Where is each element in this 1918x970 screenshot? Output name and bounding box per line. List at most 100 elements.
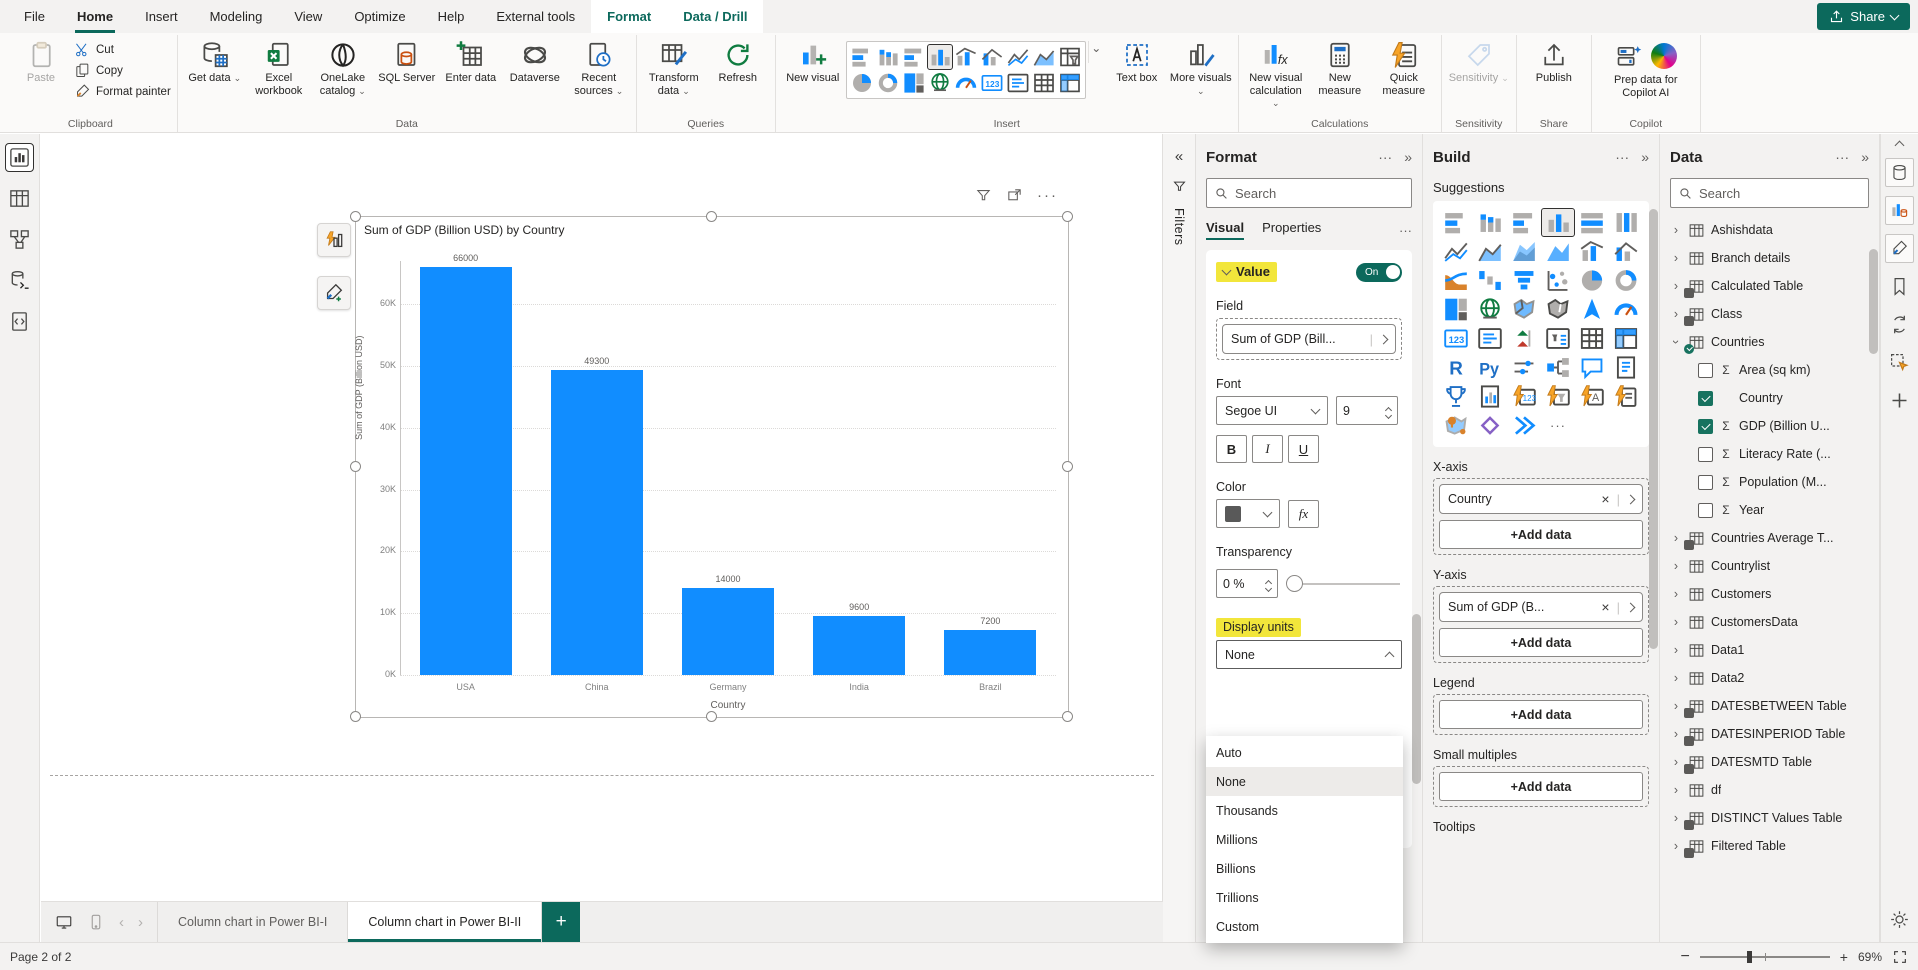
visual-type-card123-icon[interactable]: 123 <box>980 71 1004 95</box>
chevron-right-icon[interactable]: › <box>1670 559 1682 573</box>
pane-collapse-icon[interactable]: » <box>1641 149 1649 165</box>
field-row-population-m-[interactable]: ΣPopulation (M... <box>1670 468 1869 496</box>
field-checkbox[interactable] <box>1698 419 1713 434</box>
visual-type-line-icon[interactable] <box>1006 45 1030 69</box>
bookmarks-icon[interactable] <box>1885 272 1914 301</box>
visual-type-colVs-icon[interactable] <box>1474 209 1506 236</box>
display-units-select[interactable]: None <box>1216 640 1402 669</box>
zoom-slider[interactable] <box>1700 956 1830 958</box>
visual-type-Ricon-icon[interactable]: R <box>1440 354 1472 381</box>
table-row-countries[interactable]: ›Countries <box>1670 328 1869 356</box>
table-row-filtered-table[interactable]: ›Filtered Table <box>1670 832 1869 860</box>
on-object-format-button[interactable] <box>317 276 351 310</box>
visual-type-kpi-icon[interactable] <box>1508 325 1540 352</box>
visual-type-boltText-icon[interactable]: A <box>1576 383 1608 410</box>
field-checkbox[interactable] <box>1698 391 1713 406</box>
display-units-option-millions[interactable]: Millions <box>1206 825 1403 854</box>
zoom-in-icon[interactable]: + <box>1840 949 1848 965</box>
display-units-option-billions[interactable]: Billions <box>1206 854 1403 883</box>
visual-type-scatter-icon[interactable] <box>1542 267 1574 294</box>
refresh-button[interactable]: Refresh <box>707 37 769 85</box>
field-row-year[interactable]: ΣYear <box>1670 496 1869 524</box>
chevron-right-icon[interactable]: › <box>1670 671 1682 685</box>
text-box-button[interactable]: Text box <box>1106 37 1168 85</box>
pane-collapse-icon[interactable]: » <box>1861 149 1869 165</box>
table-row-df[interactable]: ›df <box>1670 776 1869 804</box>
visual-type-globe-icon[interactable] <box>1474 296 1506 323</box>
visual-type-gauge-icon[interactable] <box>1610 296 1642 323</box>
on-object-build-button[interactable] <box>317 223 351 257</box>
mobile-layout-icon[interactable] <box>87 913 105 931</box>
selection-pane-icon[interactable] <box>1885 348 1914 377</box>
add-data-button[interactable]: +Add data <box>1439 772 1643 801</box>
build-pane-icon[interactable] <box>1885 196 1914 225</box>
new-page-button[interactable]: + <box>542 902 580 942</box>
prep-data-for-copilot-ai-button[interactable]: Prep data for Copilot AI <box>1598 37 1694 99</box>
chevron-right-icon[interactable]: › <box>1670 783 1682 797</box>
field-row-literacy-rate-[interactable]: ΣLiteracy Rate (... <box>1670 440 1869 468</box>
visual-type-sliderV-icon[interactable] <box>1508 354 1540 381</box>
report-canvas[interactable]: ··· Sum of GDP (Billion USD) by Country … <box>40 134 1162 942</box>
table-row-countrylist[interactable]: ›Countrylist <box>1670 552 1869 580</box>
bold-button[interactable]: B <box>1216 435 1247 463</box>
next-page-icon[interactable]: › <box>138 914 143 931</box>
new-visual-calculation-button[interactable]: fxNew visual calculation ⌄ <box>1245 37 1307 110</box>
field-row-country[interactable]: Country <box>1670 384 1869 412</box>
add-data-button[interactable]: +Add data <box>1439 700 1643 729</box>
field-pill-x-axis[interactable]: Country×| <box>1439 484 1643 514</box>
italic-button[interactable]: I <box>1252 435 1283 463</box>
visual-type-areaS-icon[interactable] <box>1508 238 1540 265</box>
sql-server-button[interactable]: SQL Server <box>376 37 438 85</box>
slider-knob[interactable] <box>1286 575 1303 592</box>
display-units-option-none[interactable]: None <box>1206 767 1403 796</box>
filters-pane-label[interactable]: Filters <box>1172 208 1186 246</box>
prev-page-icon[interactable]: ‹ <box>119 914 124 931</box>
field-checkbox[interactable] <box>1698 363 1713 378</box>
focus-mode-icon[interactable] <box>1006 187 1023 204</box>
underline-button[interactable]: U <box>1288 435 1319 463</box>
ribbon-tab-insert[interactable]: Insert <box>129 0 194 33</box>
font-size-stepper[interactable]: 9 <box>1336 396 1398 425</box>
ribbon-tab-help[interactable]: Help <box>422 0 481 33</box>
filter-icon[interactable] <box>975 187 992 204</box>
table-view-icon[interactable] <box>6 185 33 212</box>
visual-type-pagreport-icon[interactable] <box>1474 383 1506 410</box>
table-row-calculated-table[interactable]: ›Calculated Table <box>1670 272 1869 300</box>
format-pane-icon[interactable] <box>1885 234 1914 263</box>
add-data-button[interactable]: +Add data <box>1439 520 1643 549</box>
field-checkbox[interactable] <box>1698 447 1713 462</box>
recent-sources-button[interactable]: Recent sources ⌄ <box>568 37 630 97</box>
zoom-out-icon[interactable]: − <box>1680 948 1689 966</box>
data-search-input[interactable]: Search <box>1670 178 1869 208</box>
visual-type-pie-icon[interactable] <box>850 71 874 95</box>
visual-type-matrix-icon[interactable] <box>1058 71 1082 95</box>
visual-type-colHs-icon[interactable] <box>1440 209 1472 236</box>
visual-type-colVs-icon[interactable] <box>876 45 900 69</box>
publish-button[interactable]: Publish <box>1523 37 1585 85</box>
visual-type-pinMap-icon[interactable] <box>1440 412 1472 439</box>
visual-type-colV100-icon[interactable] <box>1610 209 1642 236</box>
pane-more-icon[interactable]: ··· <box>1378 149 1392 165</box>
visual-type-dtree-icon[interactable] <box>1542 354 1574 381</box>
chevron-right-icon[interactable]: › <box>1670 839 1682 853</box>
more-visuals-button[interactable]: More visuals ⌄ <box>1170 37 1232 97</box>
ribbon-tab-file[interactable]: File <box>8 0 61 33</box>
table-row-countries-average-t-[interactable]: ›Countries Average T... <box>1670 524 1869 552</box>
chevron-right-icon[interactable]: › <box>1670 811 1682 825</box>
tab-properties[interactable]: Properties <box>1262 220 1321 240</box>
field-row-area-sq-km-[interactable]: ΣArea (sq km) <box>1670 356 1869 384</box>
page-tab-column-chart-in-power-bi-ii[interactable]: Column chart in Power BI-II <box>348 902 542 942</box>
tab-visual[interactable]: Visual <box>1206 220 1244 240</box>
add-data-button[interactable]: +Add data <box>1439 628 1643 657</box>
visual-type-table-icon[interactable] <box>1032 71 1056 95</box>
selection-handle[interactable] <box>350 461 361 472</box>
selection-handle[interactable] <box>1062 711 1073 722</box>
conditional-formatting-button[interactable]: fx <box>1288 500 1319 528</box>
selection-handle[interactable] <box>706 211 717 222</box>
fit-to-page-icon[interactable] <box>1892 949 1908 965</box>
field-checkbox[interactable] <box>1698 503 1713 518</box>
transparency-stepper[interactable]: 0 % <box>1216 569 1278 598</box>
ribbon-tab-home[interactable]: Home <box>61 0 129 33</box>
visual-type-line-icon[interactable] <box>1440 238 1472 265</box>
visual-type-colH-icon[interactable] <box>902 45 926 69</box>
